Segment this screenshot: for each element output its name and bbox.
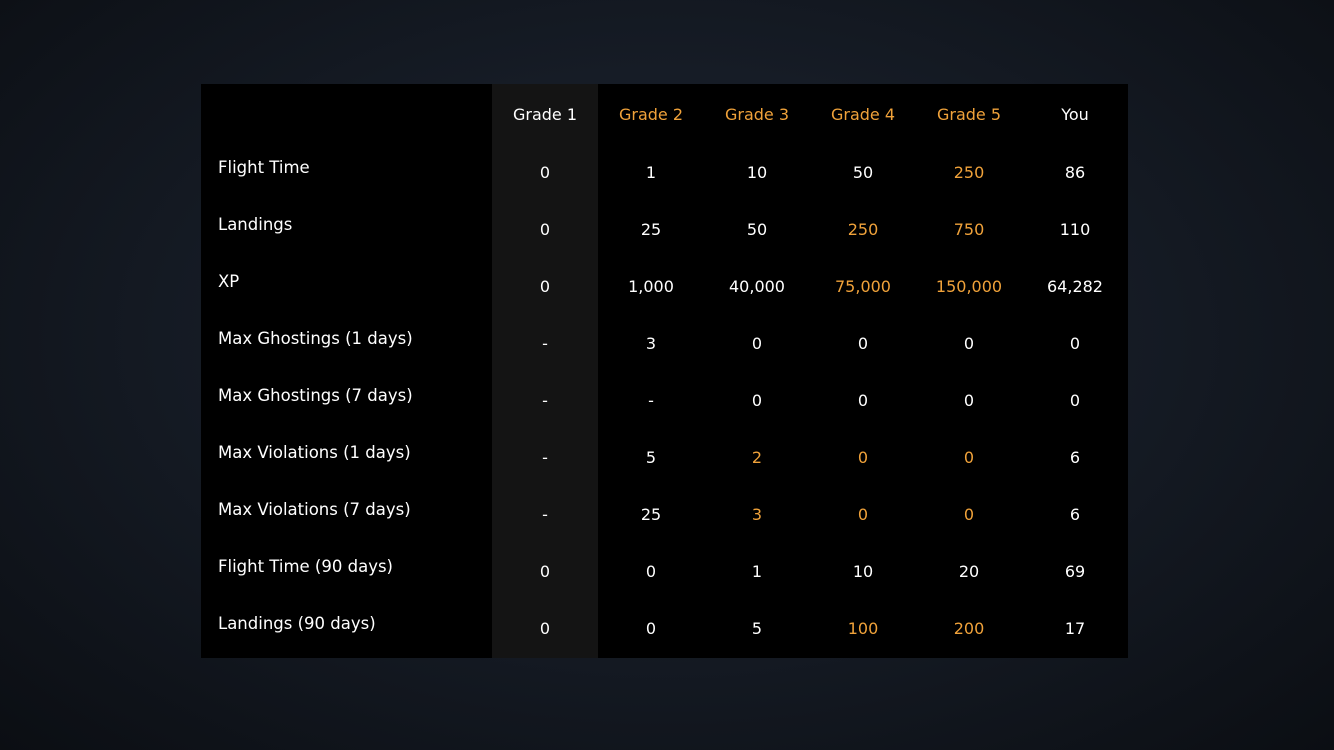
row-label-cell: Flight Time (90 days)	[201, 543, 492, 600]
value-cell-grade-1: 0	[539, 220, 551, 239]
table-header-row: Grade 1 Grade 2 Grade 3 Grade 4 Grade 5 You	[201, 84, 1128, 144]
column-header-grade-4: Grade 4	[830, 104, 896, 124]
row-label-cell: Max Ghostings (7 days)	[201, 372, 492, 429]
value-cell-grade-1: 0	[539, 619, 551, 638]
value-cell-grade-2: -	[648, 391, 654, 410]
value-cell-grade-2: 0	[645, 619, 657, 638]
column-header-you: You	[1061, 104, 1089, 124]
table-row: Flight Time (90 days) 0 0 1 10 20 69	[201, 543, 1128, 600]
value-cell-grade-4: 50	[852, 163, 874, 182]
grade-requirements-panel: Grade 1 Grade 2 Grade 3 Grade 4 Grade 5 You F…	[201, 84, 1128, 658]
value-cell-grade-3: 5	[751, 619, 763, 638]
row-label: Max Violations (1 days)	[218, 443, 411, 462]
value-cell-grade-2: 1	[645, 163, 657, 182]
table-body: Flight Time 0 1 10 50 250 86 Landings 0 25 50 250 75…	[201, 144, 1128, 657]
value-cell-grade-4: 10	[852, 562, 874, 581]
value-cell-grade-2: 0	[645, 562, 657, 581]
value-cell-grade-1: -	[542, 448, 548, 467]
value-cell-grade-5: 0	[963, 391, 975, 410]
value-cell-grade-5: 150,000	[935, 277, 1003, 296]
value-cell-grade-3: 2	[751, 448, 763, 467]
value-cell-you: 64,282	[1047, 277, 1103, 296]
value-cell-grade-4: 75,000	[835, 277, 891, 296]
header-empty-cell	[201, 84, 492, 144]
row-label: Landings (90 days)	[218, 614, 376, 633]
value-cell-you: 0	[1069, 334, 1081, 353]
value-cell-grade-5: 750	[953, 220, 985, 239]
table-row: Max Ghostings (7 days) - - 0 0 0 0	[201, 372, 1128, 429]
value-cell-grade-1: 0	[539, 562, 551, 581]
value-cell-grade-3: 1	[751, 562, 763, 581]
table-row: Flight Time 0 1 10 50 250 86	[201, 144, 1128, 201]
value-cell-you: 6	[1069, 505, 1081, 524]
value-cell-grade-1: -	[542, 391, 548, 410]
row-label-cell: Max Violations (1 days)	[201, 429, 492, 486]
column-header-grade-2: Grade 2	[618, 104, 684, 124]
value-cell-grade-5: 200	[953, 619, 985, 638]
column-header-grade-5: Grade 5	[936, 104, 1002, 124]
value-cell-grade-5: 0	[963, 334, 975, 353]
row-label-cell: XP	[201, 258, 492, 315]
row-label: Max Ghostings (7 days)	[218, 386, 413, 405]
table-row: Max Violations (7 days) - 25 3 0 0 6	[201, 486, 1128, 543]
value-cell-grade-5: 0	[963, 505, 975, 524]
row-label: Landings	[218, 215, 293, 234]
value-cell-grade-2: 25	[640, 505, 662, 524]
value-cell-you: 69	[1064, 562, 1086, 581]
row-label-cell: Flight Time	[201, 144, 492, 201]
value-cell-grade-4: 100	[847, 619, 879, 638]
value-cell-grade-3: 0	[751, 391, 763, 410]
table-row: Landings 0 25 50 250 750 110	[201, 201, 1128, 258]
value-cell-grade-4: 0	[857, 391, 869, 410]
value-cell-you: 86	[1064, 163, 1086, 182]
value-cell-grade-4: 0	[857, 505, 869, 524]
table-row: Max Violations (1 days) - 5 2 0 0 6	[201, 429, 1128, 486]
value-cell-grade-1: -	[542, 334, 548, 353]
row-label: Max Ghostings (1 days)	[218, 329, 413, 348]
row-label: Flight Time (90 days)	[218, 557, 393, 576]
row-label: Flight Time	[218, 158, 310, 177]
value-cell-you: 6	[1069, 448, 1081, 467]
row-label-cell: Landings	[201, 201, 492, 258]
value-cell-grade-2: 25	[640, 220, 662, 239]
table-row: XP 0 1,000 40,000 75,000 150,000 64,282	[201, 258, 1128, 315]
value-cell-grade-2: 1,000	[628, 277, 674, 296]
column-header-grade-3: Grade 3	[724, 104, 790, 124]
row-label-cell: Max Violations (7 days)	[201, 486, 492, 543]
value-cell-grade-4: 0	[857, 334, 869, 353]
value-cell-grade-3: 50	[746, 220, 768, 239]
value-cell-grade-1: 0	[539, 163, 551, 182]
value-cell-grade-4: 0	[857, 448, 869, 467]
value-cell-you: 17	[1064, 619, 1086, 638]
table-row: Max Ghostings (1 days) - 3 0 0 0 0	[201, 315, 1128, 372]
value-cell-grade-3: 40,000	[729, 277, 785, 296]
value-cell-grade-3: 10	[746, 163, 768, 182]
row-label-cell: Max Ghostings (1 days)	[201, 315, 492, 372]
table-row: Landings (90 days) 0 0 5 100 200 17	[201, 600, 1128, 657]
value-cell-grade-2: 3	[645, 334, 657, 353]
value-cell-grade-5: 20	[958, 562, 980, 581]
grade-requirements-table: Grade 1 Grade 2 Grade 3 Grade 4 Grade 5 You F…	[201, 84, 1128, 657]
value-cell-you: 110	[1059, 220, 1091, 239]
value-cell-grade-5: 250	[953, 163, 985, 182]
value-cell-grade-5: 0	[963, 448, 975, 467]
row-label-cell: Landings (90 days)	[201, 600, 492, 657]
value-cell-grade-1: 0	[539, 277, 551, 296]
value-cell-grade-2: 5	[645, 448, 657, 467]
value-cell-grade-3: 0	[751, 334, 763, 353]
value-cell-grade-1: -	[542, 505, 548, 524]
value-cell-grade-4: 250	[847, 220, 879, 239]
row-label: Max Violations (7 days)	[218, 500, 411, 519]
column-header-grade-1: Grade 1	[512, 104, 578, 124]
value-cell-you: 0	[1069, 391, 1081, 410]
value-cell-grade-3: 3	[751, 505, 763, 524]
row-label: XP	[218, 272, 240, 291]
